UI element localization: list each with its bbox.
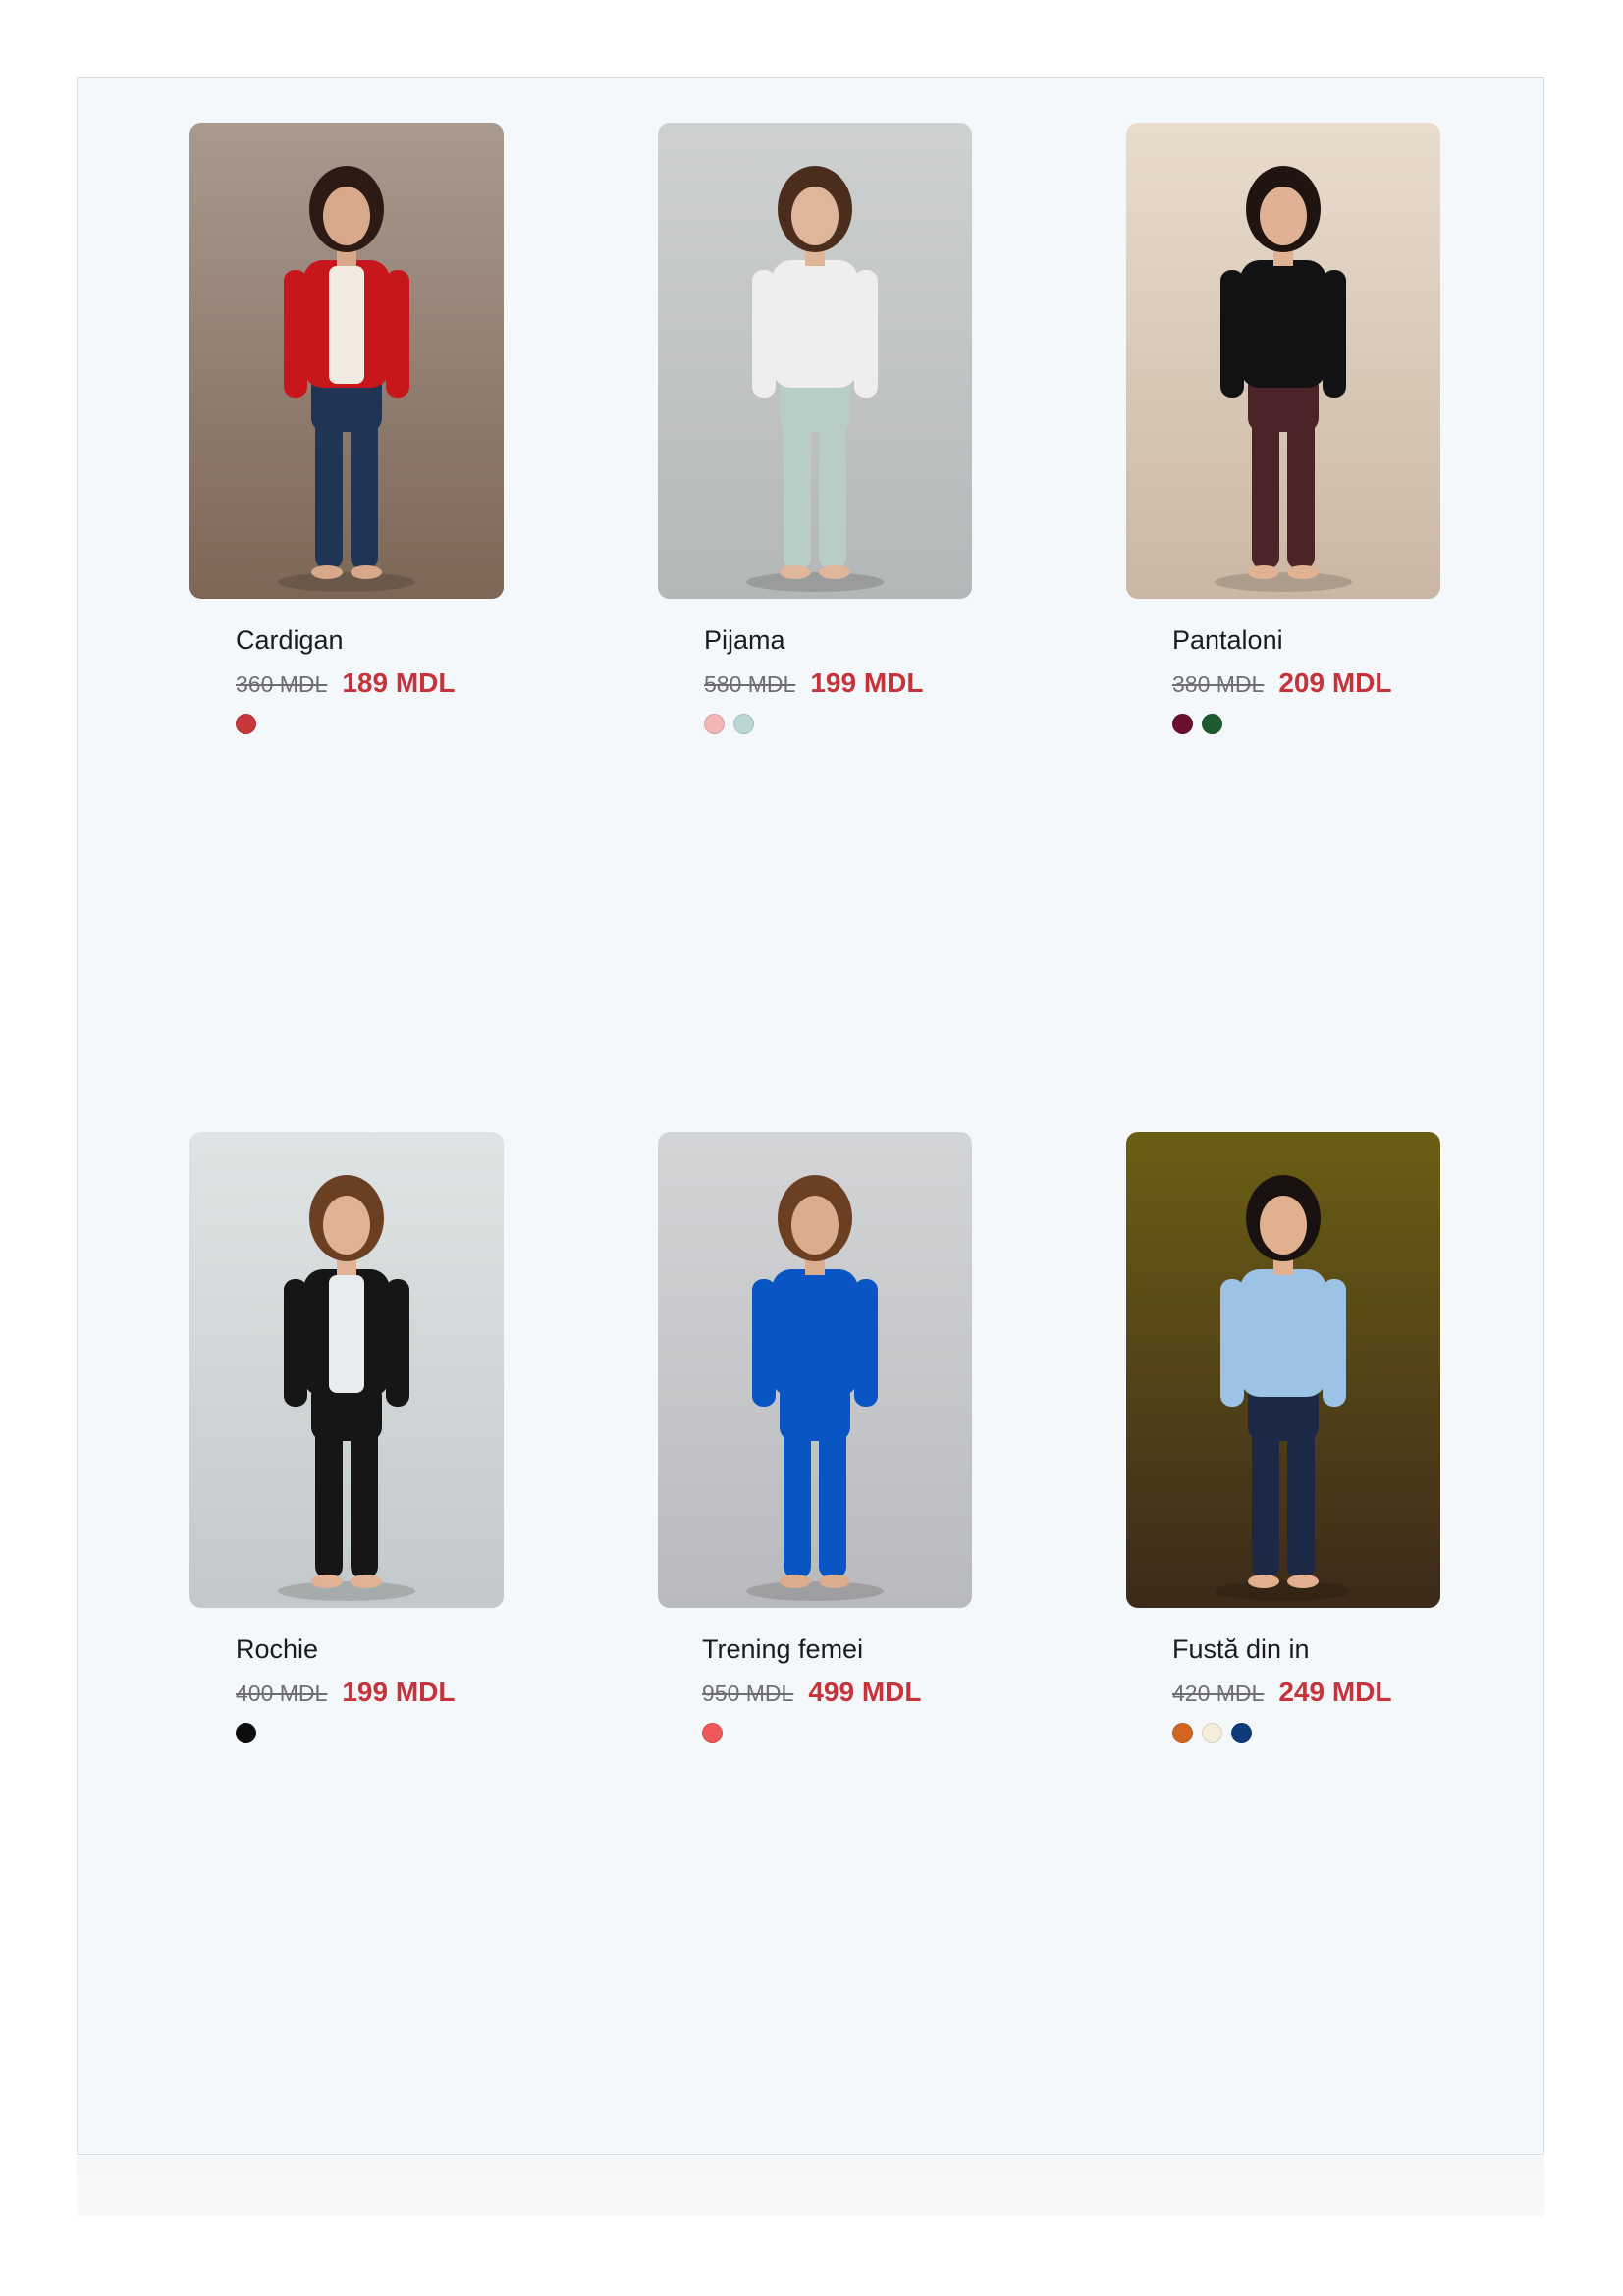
color-swatch[interactable] xyxy=(236,1723,256,1743)
color-swatch[interactable] xyxy=(1202,714,1222,734)
model-photo-image xyxy=(189,1132,504,1608)
old-price: 580 MDL xyxy=(704,671,796,697)
product-card[interactable]: Rochie 400 MDL 199 MDL xyxy=(189,1132,504,1743)
old-price: 420 MDL xyxy=(1172,1681,1265,1706)
color-swatches xyxy=(702,1723,972,1743)
product-prices: 400 MDL 199 MDL xyxy=(236,1677,504,1710)
product-photo[interactable] xyxy=(658,1132,972,1608)
model-photo-image xyxy=(1126,123,1440,599)
color-swatch[interactable] xyxy=(702,1723,723,1743)
product-name[interactable]: Trening femei xyxy=(702,1633,972,1665)
sale-price: 199 MDL xyxy=(810,667,924,698)
product-photo[interactable] xyxy=(189,1132,504,1608)
product-prices: 580 MDL 199 MDL xyxy=(704,667,972,701)
page-footer-strip xyxy=(77,2156,1544,2216)
product-prices: 950 MDL 499 MDL xyxy=(702,1677,972,1710)
product-photo[interactable] xyxy=(658,123,972,599)
product-card[interactable]: Pijama 580 MDL 199 MDL xyxy=(658,123,972,734)
product-name[interactable]: Rochie xyxy=(236,1633,504,1665)
model-photo-image xyxy=(1126,1132,1440,1608)
product-name[interactable]: Fustă din in xyxy=(1172,1633,1440,1665)
color-swatches xyxy=(236,714,504,734)
color-swatch[interactable] xyxy=(1172,714,1193,734)
product-photo[interactable] xyxy=(1126,123,1440,599)
color-swatch[interactable] xyxy=(1172,1723,1193,1743)
product-name[interactable]: Pantaloni xyxy=(1172,624,1440,656)
sale-price: 499 MDL xyxy=(808,1677,922,1707)
old-price: 400 MDL xyxy=(236,1681,328,1706)
old-price: 950 MDL xyxy=(702,1681,794,1706)
sale-price: 209 MDL xyxy=(1278,667,1392,698)
color-swatches xyxy=(1172,714,1440,734)
product-prices: 360 MDL 189 MDL xyxy=(236,667,504,701)
color-swatch[interactable] xyxy=(1231,1723,1252,1743)
product-photo[interactable] xyxy=(1126,1132,1440,1608)
product-photo[interactable] xyxy=(189,123,504,599)
product-name[interactable]: Pijama xyxy=(704,624,972,656)
product-card[interactable]: Cardigan 360 MDL 189 MDL xyxy=(189,123,504,734)
model-photo-image xyxy=(658,123,972,599)
color-swatches xyxy=(704,714,972,734)
color-swatch[interactable] xyxy=(1202,1723,1222,1743)
sale-price: 249 MDL xyxy=(1278,1677,1392,1707)
product-prices: 380 MDL 209 MDL xyxy=(1172,667,1440,701)
color-swatches xyxy=(1172,1723,1440,1743)
model-photo-image xyxy=(189,123,504,599)
model-photo-image xyxy=(658,1132,972,1608)
product-name[interactable]: Cardigan xyxy=(236,624,504,656)
old-price: 380 MDL xyxy=(1172,671,1265,697)
product-card[interactable]: Pantaloni 380 MDL 209 MDL xyxy=(1126,123,1440,734)
product-card[interactable]: Trening femei 950 MDL 499 MDL xyxy=(658,1132,972,1743)
product-prices: 420 MDL 249 MDL xyxy=(1172,1677,1440,1710)
sale-price: 199 MDL xyxy=(342,1677,456,1707)
color-swatch[interactable] xyxy=(236,714,256,734)
sale-price: 189 MDL xyxy=(342,667,456,698)
old-price: 360 MDL xyxy=(236,671,328,697)
color-swatch[interactable] xyxy=(704,714,725,734)
product-card[interactable]: Fustă din in 420 MDL 249 MDL xyxy=(1126,1132,1440,1743)
color-swatch[interactable] xyxy=(733,714,754,734)
color-swatches xyxy=(236,1723,504,1743)
